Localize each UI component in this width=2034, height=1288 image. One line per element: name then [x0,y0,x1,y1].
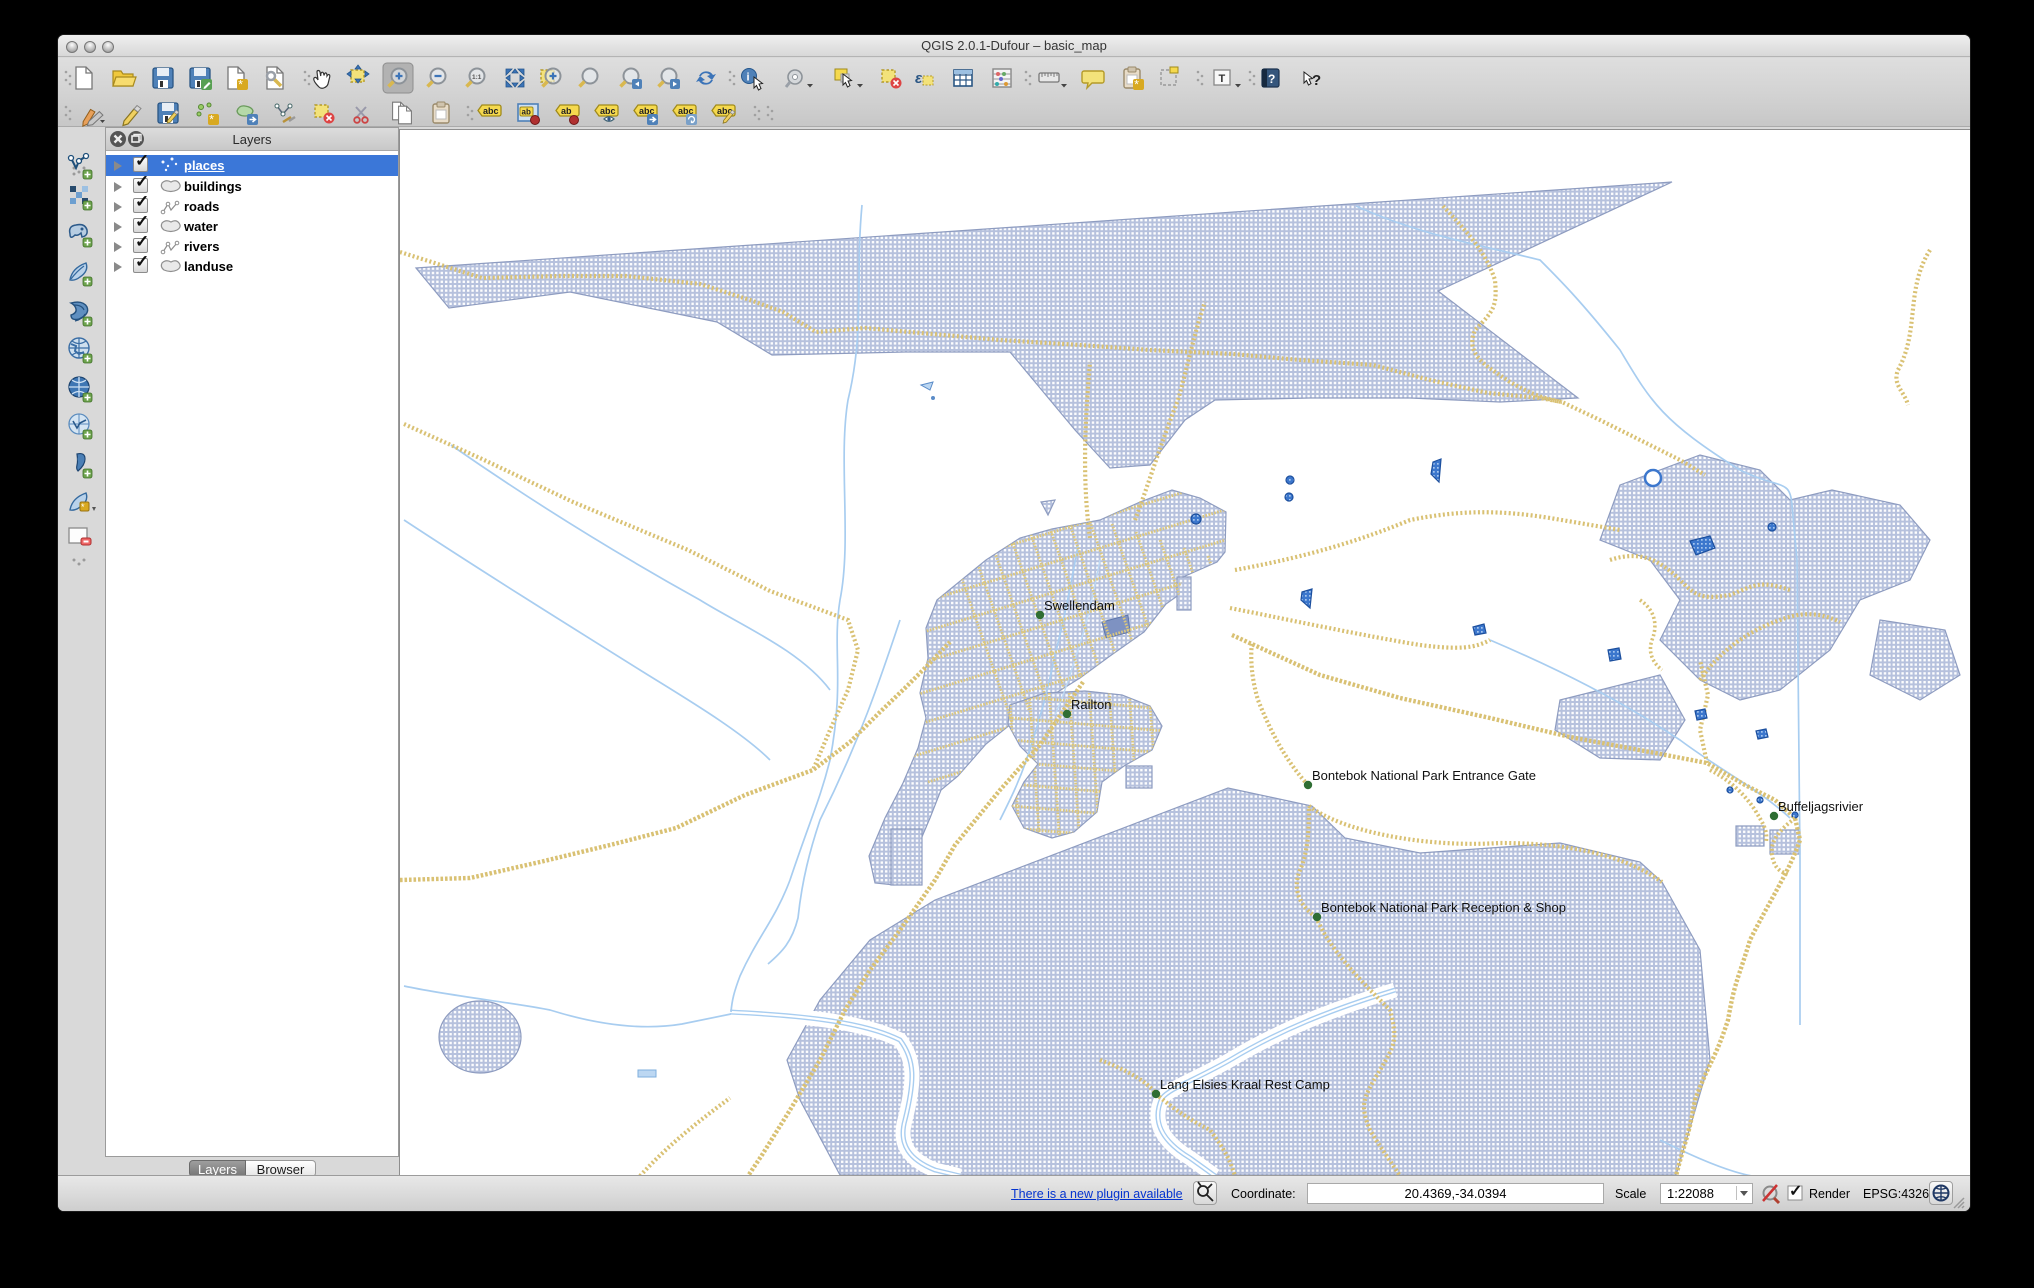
svg-text:*: * [81,502,85,512]
svg-text:Lang Elsies Kraal Rest Camp: Lang Elsies Kraal Rest Camp [1160,1077,1330,1092]
svg-text:Buffeljagsrivier: Buffeljagsrivier [1778,799,1864,814]
svg-text:Railton: Railton [1071,697,1111,712]
svg-text:✓: ✓ [1789,1183,1802,1200]
svg-text:Swellendam: Swellendam [1044,598,1115,613]
svg-text:Bontebok National Park Entranc: Bontebok National Park Entrance Gate [1312,768,1536,783]
svg-text:Bontebok National Park Recepti: Bontebok National Park Reception & Shop [1321,900,1566,915]
